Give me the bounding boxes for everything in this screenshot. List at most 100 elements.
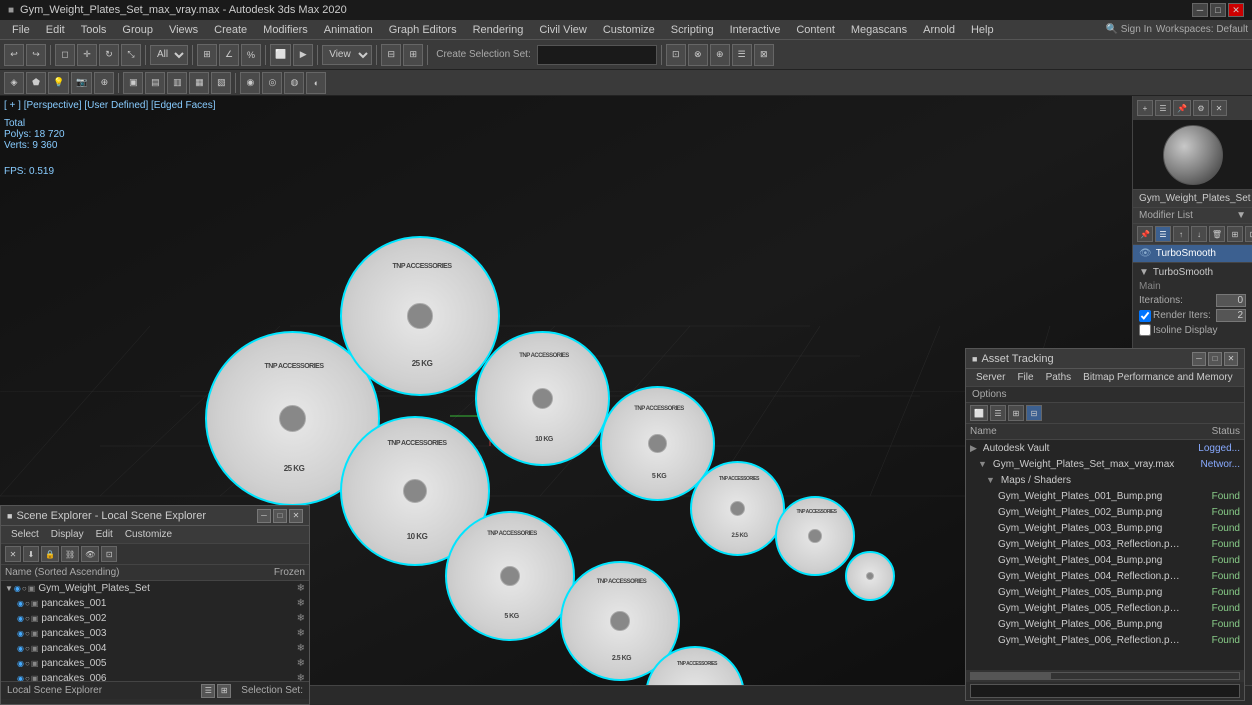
modifier-delete-btn[interactable]: 🗑: [1209, 226, 1225, 242]
rp-settings-btn[interactable]: ⚙: [1193, 100, 1209, 116]
asset-row-004bump[interactable]: Gym_Weight_Plates_004_Bump.png Found: [966, 552, 1244, 568]
se-row-003[interactable]: ◉ ○ ▣ pancakes_003 ❄: [1, 626, 309, 641]
se-list[interactable]: ▼ ◉ ○ ▣ Gym_Weight_Plates_Set ❄ ◉ ○ ▣ pa…: [1, 581, 309, 681]
asset-row-001bump[interactable]: Gym_Weight_Plates_001_Bump.png Found: [966, 488, 1244, 504]
material-editor-button[interactable]: ⬜: [270, 44, 291, 66]
se-status-btn1[interactable]: ☰: [201, 684, 215, 698]
tb-btn1[interactable]: ▣: [123, 72, 143, 94]
asset-row-max-file[interactable]: ▼ Gym_Weight_Plates_Set_max_vray.max Net…: [966, 456, 1244, 472]
se-close-btn[interactable]: ✕: [289, 509, 303, 523]
se-menu-display[interactable]: Display: [45, 528, 90, 541]
asset-row-003bump[interactable]: Gym_Weight_Plates_003_Bump.png Found: [966, 520, 1244, 536]
asset-close-btn[interactable]: ✕: [1224, 352, 1238, 366]
asset-tb-btn3[interactable]: ⊞: [1008, 405, 1024, 421]
asset-row-002bump[interactable]: Gym_Weight_Plates_002_Bump.png Found: [966, 504, 1244, 520]
tb-btn4[interactable]: ▦: [189, 72, 209, 94]
helpers-btn[interactable]: ⊕: [94, 72, 114, 94]
asset-row-005bump[interactable]: Gym_Weight_Plates_005_Bump.png Found: [966, 584, 1244, 600]
modifier-move-up-btn[interactable]: ↑: [1173, 226, 1189, 242]
cameras-btn[interactable]: 📷: [71, 72, 92, 94]
undo-button[interactable]: ↩: [4, 44, 24, 66]
se-menu-edit[interactable]: Edit: [90, 528, 119, 541]
menu-content[interactable]: Content: [788, 22, 843, 38]
maps-expand-icon[interactable]: ▼: [986, 475, 995, 485]
menu-scripting[interactable]: Scripting: [663, 22, 722, 38]
se-menu-customize[interactable]: Customize: [119, 528, 178, 541]
menu-customize[interactable]: Customize: [595, 22, 663, 38]
tb-btn7[interactable]: ◎: [262, 72, 282, 94]
asset-row-006bump[interactable]: Gym_Weight_Plates_006_Bump.png Found: [966, 616, 1244, 632]
extra-btn4[interactable]: ☰: [732, 44, 752, 66]
se-menu-select[interactable]: Select: [5, 528, 45, 541]
asset-row-005refl[interactable]: Gym_Weight_Plates_005_Reflection.png Fou…: [966, 600, 1244, 616]
select-button[interactable]: ◻: [55, 44, 75, 66]
tb-btn6[interactable]: ◉: [240, 72, 260, 94]
ts-expand-icon[interactable]: ▼: [1139, 267, 1149, 278]
se-004-vis-icon[interactable]: ◉: [17, 644, 24, 653]
angle-snap-button[interactable]: ∠: [219, 44, 239, 66]
modifier-list-btn[interactable]: ☰: [1155, 226, 1171, 242]
menu-megascans[interactable]: Megascans: [843, 22, 915, 38]
asset-row-004refl[interactable]: Gym_Weight_Plates_004_Reflection.png Fou…: [966, 568, 1244, 584]
align-button[interactable]: ⊟: [381, 44, 401, 66]
tb-btn3[interactable]: ▥: [167, 72, 187, 94]
se-row-006[interactable]: ◉ ○ ▣ pancakes_006 ❄: [1, 671, 309, 681]
asset-tb-btn2[interactable]: ☰: [990, 405, 1006, 421]
se-minimize-btn[interactable]: ─: [257, 509, 271, 523]
percent-snap-button[interactable]: %: [241, 44, 261, 66]
extra-btn3[interactable]: ⊕: [710, 44, 730, 66]
se-tb-lock-btn[interactable]: 🔒: [41, 546, 59, 562]
asset-minimize-btn[interactable]: ─: [1192, 352, 1206, 366]
se-006-vis-icon[interactable]: ◉: [17, 674, 24, 681]
close-button[interactable]: ✕: [1228, 3, 1244, 17]
minimize-button[interactable]: ─: [1192, 3, 1208, 17]
menu-group[interactable]: Group: [114, 22, 161, 38]
se-tb-eye-btn[interactable]: 👁: [81, 546, 99, 562]
render-iters-input[interactable]: [1216, 309, 1246, 322]
rp-close-btn[interactable]: ✕: [1211, 100, 1227, 116]
se-006-render-icon[interactable]: ○: [25, 674, 30, 681]
scale-button[interactable]: ⤡: [121, 44, 141, 66]
modifier-entry[interactable]: 👁 TurboSmooth: [1133, 245, 1252, 262]
menu-civil-view[interactable]: Civil View: [531, 22, 594, 38]
se-row-005[interactable]: ◉ ○ ▣ pancakes_005 ❄: [1, 656, 309, 671]
modifier-visibility-eye[interactable]: 👁: [1139, 248, 1152, 259]
se-visibility-icon[interactable]: ◉: [14, 584, 21, 593]
move-button[interactable]: ✛: [77, 44, 97, 66]
lights-btn[interactable]: 💡: [48, 72, 69, 94]
geometry-btn[interactable]: ◈: [4, 72, 24, 94]
menu-animation[interactable]: Animation: [316, 22, 381, 38]
tb-btn2[interactable]: ▤: [145, 72, 165, 94]
se-002-vis-icon[interactable]: ◉: [17, 614, 24, 623]
asset-list[interactable]: ▶ Autodesk Vault Logged... ▼ Gym_Weight_…: [966, 440, 1244, 670]
asset-options-label[interactable]: Options: [972, 389, 1006, 400]
se-003-render-icon[interactable]: ○: [25, 629, 30, 638]
se-row-001[interactable]: ◉ ○ ▣ pancakes_001 ❄: [1, 596, 309, 611]
se-row-root[interactable]: ▼ ◉ ○ ▣ Gym_Weight_Plates_Set ❄: [1, 581, 309, 596]
modifier-pin-btn[interactable]: 📌: [1137, 226, 1153, 242]
redo-button[interactable]: ↪: [26, 44, 46, 66]
isoline-checkbox[interactable]: [1139, 324, 1151, 336]
asset-row-006refl[interactable]: Gym_Weight_Plates_006_Reflection.png Fou…: [966, 632, 1244, 648]
asset-row-003refl[interactable]: Gym_Weight_Plates_003_Reflection.png Fou…: [966, 536, 1244, 552]
rotate-button[interactable]: ↻: [99, 44, 119, 66]
asset-maximize-btn[interactable]: □: [1208, 352, 1222, 366]
iterations-input[interactable]: [1216, 294, 1246, 307]
asset-menu-paths[interactable]: Paths: [1040, 371, 1078, 384]
maxfile-expand-icon[interactable]: ▼: [978, 459, 987, 469]
mirror-button[interactable]: ⊞: [403, 44, 423, 66]
asset-search-input[interactable]: [970, 684, 1240, 698]
view-select[interactable]: View: [322, 45, 372, 65]
tb-btn5[interactable]: ▧: [211, 72, 231, 94]
se-001-render-icon[interactable]: ○: [25, 599, 30, 608]
asset-menu-bitmap[interactable]: Bitmap Performance and Memory: [1077, 371, 1239, 384]
menu-arnold[interactable]: Arnold: [915, 22, 963, 38]
shapes-btn[interactable]: ⬟: [26, 72, 46, 94]
asset-menu-server[interactable]: Server: [970, 371, 1011, 384]
se-005-vis-icon[interactable]: ◉: [17, 659, 24, 668]
render-iters-checkbox[interactable]: [1139, 310, 1151, 322]
se-tb-link-btn[interactable]: ⛓: [61, 546, 79, 562]
menu-interactive[interactable]: Interactive: [722, 22, 789, 38]
se-tb-sort-btn[interactable]: ⬇: [23, 546, 39, 562]
menu-help[interactable]: Help: [963, 22, 1002, 38]
